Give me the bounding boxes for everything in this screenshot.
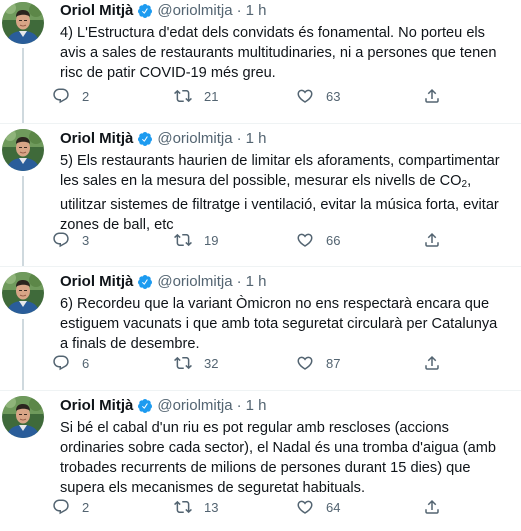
reply-count: 6 xyxy=(82,355,90,371)
reply-button[interactable]: 2 xyxy=(52,498,174,516)
retweet-count: 13 xyxy=(204,499,219,515)
reply-count: 2 xyxy=(82,88,90,104)
tweet-actions: 6 32 87 xyxy=(52,354,441,372)
like-button[interactable]: 63 xyxy=(296,87,418,105)
retweet-count: 32 xyxy=(204,355,219,371)
share-button[interactable] xyxy=(423,231,441,249)
verified-badge-icon xyxy=(137,398,153,414)
retweet-count: 21 xyxy=(204,88,219,104)
tweet-header: Oriol Mitjà @oriolmitja · 1 h xyxy=(60,391,509,416)
retweet-button[interactable]: 32 xyxy=(174,354,296,372)
reply-count: 3 xyxy=(82,232,90,248)
tweet-header: Oriol Mitjà @oriolmitja · 1 h xyxy=(60,267,509,292)
like-count: 64 xyxy=(326,499,341,515)
timestamp[interactable]: 1 h xyxy=(246,396,267,416)
reply-button[interactable]: 6 xyxy=(52,354,174,372)
like-count: 66 xyxy=(326,232,341,248)
avatar[interactable] xyxy=(2,272,44,314)
like-icon xyxy=(296,231,314,249)
share-button[interactable] xyxy=(423,498,441,516)
separator-dot: · xyxy=(236,130,242,147)
author-handle[interactable]: @oriolmitja xyxy=(157,272,232,292)
tweet-actions: 2 13 64 xyxy=(52,498,441,516)
retweet-icon xyxy=(174,87,192,105)
reply-button[interactable]: 3 xyxy=(52,231,174,249)
avatar-image xyxy=(2,2,44,44)
avatar[interactable] xyxy=(2,396,44,438)
thread-line xyxy=(22,319,24,390)
tweet-text: Si bé el cabal d'un riu es pot regular a… xyxy=(60,420,496,496)
reply-icon xyxy=(52,354,70,372)
retweet-button[interactable]: 13 xyxy=(174,498,296,516)
separator-dot: · xyxy=(236,2,242,19)
like-count: 63 xyxy=(326,88,341,104)
author-name[interactable]: Oriol Mitjà xyxy=(60,396,133,416)
tweet-actions: 2 21 63 xyxy=(52,87,441,105)
separator-dot: · xyxy=(236,273,242,290)
timestamp[interactable]: 1 h xyxy=(246,129,267,149)
like-button[interactable]: 66 xyxy=(296,231,418,249)
tweet[interactable]: Oriol Mitjà @oriolmitja · 1 h 4) L'Estru… xyxy=(0,0,521,124)
tweet-text: 6) Recordeu que la variant Òmicron no en… xyxy=(60,296,498,352)
tweet-text: 4) L'Estructura d'edat dels convidats és… xyxy=(60,25,497,81)
verified-badge-icon xyxy=(137,3,153,19)
tweet-actions: 3 19 66 xyxy=(52,231,441,249)
avatar[interactable] xyxy=(2,2,44,44)
verified-badge-icon xyxy=(137,274,153,290)
author-name[interactable]: Oriol Mitjà xyxy=(60,129,133,149)
avatar-image xyxy=(2,129,44,171)
tweet[interactable]: Oriol Mitjà @oriolmitja · 1 h 5) Els res… xyxy=(0,124,521,267)
author-name[interactable]: Oriol Mitjà xyxy=(60,1,133,21)
share-button[interactable] xyxy=(423,354,441,372)
tweet[interactable]: Oriol Mitjà @oriolmitja · 1 h 6) Recorde… xyxy=(0,267,521,391)
timestamp[interactable]: 1 h xyxy=(246,272,267,292)
like-button[interactable]: 87 xyxy=(296,354,418,372)
author-handle[interactable]: @oriolmitja xyxy=(157,129,232,149)
thread-line xyxy=(22,48,24,123)
thread-line xyxy=(22,176,24,266)
like-count: 87 xyxy=(326,355,341,371)
tweet-text-part: 5) Els restaurants haurien de limitar el… xyxy=(60,153,500,189)
reply-count: 2 xyxy=(82,499,90,515)
separator-dot: · xyxy=(236,397,242,414)
tweet-header: Oriol Mitjà @oriolmitja · 1 h xyxy=(60,124,509,149)
like-button[interactable]: 64 xyxy=(296,498,418,516)
tweet-text: 5) Els restaurants haurien de limitar el… xyxy=(60,151,508,235)
reply-icon xyxy=(52,498,70,516)
share-icon xyxy=(423,231,441,249)
reply-button[interactable]: 2 xyxy=(52,87,174,105)
author-name[interactable]: Oriol Mitjà xyxy=(60,272,133,292)
verified-badge-icon xyxy=(137,131,153,147)
like-icon xyxy=(296,87,314,105)
avatar-image xyxy=(2,272,44,314)
reply-icon xyxy=(52,231,70,249)
share-icon xyxy=(423,354,441,372)
share-icon xyxy=(423,87,441,105)
like-icon xyxy=(296,354,314,372)
tweet[interactable]: Oriol Mitjà @oriolmitja · 1 h Si bé el c… xyxy=(0,391,521,531)
author-handle[interactable]: @oriolmitja xyxy=(157,396,232,416)
avatar-image xyxy=(2,396,44,438)
retweet-icon xyxy=(174,498,192,516)
share-button[interactable] xyxy=(423,87,441,105)
like-icon xyxy=(296,498,314,516)
retweet-icon xyxy=(174,231,192,249)
retweet-button[interactable]: 19 xyxy=(174,231,296,249)
reply-icon xyxy=(52,87,70,105)
avatar[interactable] xyxy=(2,129,44,171)
timestamp[interactable]: 1 h xyxy=(246,1,267,21)
tweet-header: Oriol Mitjà @oriolmitja · 1 h xyxy=(60,0,509,21)
retweet-button[interactable]: 21 xyxy=(174,87,296,105)
author-handle[interactable]: @oriolmitja xyxy=(157,1,232,21)
retweet-count: 19 xyxy=(204,232,219,248)
share-icon xyxy=(423,498,441,516)
retweet-icon xyxy=(174,354,192,372)
